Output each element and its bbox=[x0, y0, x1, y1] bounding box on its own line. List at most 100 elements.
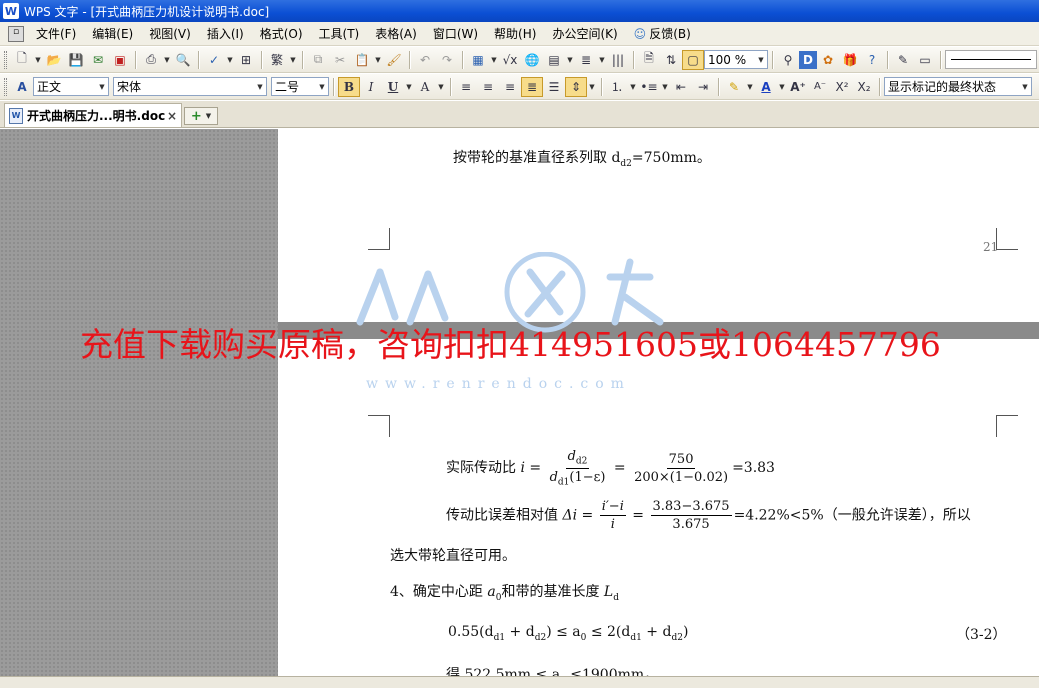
menu-tools[interactable]: 工具(T) bbox=[311, 24, 368, 44]
highlight-icon[interactable]: ✎ bbox=[723, 77, 745, 97]
save-icon[interactable]: 💾 bbox=[65, 50, 87, 70]
superscript-icon[interactable]: X² bbox=[831, 77, 853, 97]
menu-table[interactable]: 表格(A) bbox=[367, 24, 425, 44]
new-dropdown-icon[interactable]: ▼ bbox=[33, 50, 43, 70]
new-document-icon[interactable]: 🗋 bbox=[11, 50, 33, 70]
bullets-dropdown-icon[interactable]: ▼ bbox=[660, 77, 670, 97]
subscript-icon[interactable]: X₂ bbox=[853, 77, 875, 97]
font-color-icon[interactable]: A bbox=[755, 77, 777, 97]
hyperlink-icon[interactable]: 🌐 bbox=[521, 50, 543, 70]
wps-app-icon[interactable]: W bbox=[3, 3, 19, 19]
formula-icon[interactable]: √x bbox=[499, 50, 521, 70]
spell-dropdown-icon[interactable]: ▼ bbox=[225, 50, 235, 70]
numbering-dropdown-icon[interactable]: ▼ bbox=[628, 77, 638, 97]
bullets-icon[interactable]: •≡ bbox=[638, 77, 660, 97]
numbering-icon[interactable]: ⒈ bbox=[606, 77, 628, 97]
increase-indent-icon[interactable]: ⇥ bbox=[692, 77, 714, 97]
columns-dropdown-icon[interactable]: ▼ bbox=[597, 50, 607, 70]
document-tab[interactable]: W 开式曲柄压力...明书.doc × bbox=[4, 103, 182, 127]
table-icon[interactable]: ▦ bbox=[467, 50, 489, 70]
columns-icon[interactable]: ≣ bbox=[575, 50, 597, 70]
open-folder-icon[interactable]: 📂 bbox=[43, 50, 65, 70]
close-tab-icon[interactable]: × bbox=[167, 109, 177, 123]
menu-office-space[interactable]: 办公空间(K) bbox=[544, 24, 625, 44]
menu-window[interactable]: 窗口(W) bbox=[425, 24, 486, 44]
binoculars-icon[interactable]: ⚲ bbox=[777, 50, 799, 70]
menu-view[interactable]: 视图(V) bbox=[141, 24, 199, 44]
review-icon[interactable]: ▭ bbox=[914, 50, 936, 70]
underline-icon[interactable]: U bbox=[382, 77, 404, 97]
frame-dropdown-icon[interactable]: ▼ bbox=[565, 50, 575, 70]
docer-icon[interactable]: D bbox=[799, 50, 817, 69]
paste-dropdown-icon[interactable]: ▼ bbox=[373, 50, 383, 70]
zoom-dropdown-icon[interactable]: ▼ bbox=[755, 51, 767, 68]
line-style-sample[interactable] bbox=[945, 50, 1037, 69]
font-select[interactable]: 宋体 ▼ bbox=[113, 77, 267, 96]
distributed-align-icon[interactable]: ☰ bbox=[543, 77, 565, 97]
highlight-dropdown-icon[interactable]: ▼ bbox=[745, 77, 755, 97]
traditional-chinese-icon[interactable]: 繁 bbox=[266, 50, 288, 70]
spell-check-icon[interactable]: ✓ bbox=[203, 50, 225, 70]
italic-icon[interactable]: I bbox=[360, 77, 382, 97]
format-painter-icon[interactable]: 🖌 bbox=[383, 50, 405, 70]
menu-format[interactable]: 格式(O) bbox=[252, 24, 311, 44]
font-color-dropdown-icon[interactable]: ▼ bbox=[777, 77, 787, 97]
underline-dropdown-icon[interactable]: ▼ bbox=[404, 77, 414, 97]
styles-icon[interactable]: A bbox=[11, 77, 33, 97]
zoom-select[interactable]: 100 % ▼ bbox=[704, 50, 768, 69]
print-icon[interactable]: ⎙ bbox=[140, 50, 162, 70]
page-view-icon[interactable]: ▢ bbox=[682, 49, 704, 70]
menu-file[interactable]: 文件(F) bbox=[28, 24, 84, 44]
bold-icon[interactable]: B bbox=[338, 76, 360, 97]
help-icon[interactable]: ? bbox=[861, 50, 883, 70]
markup-dropdown-icon[interactable]: ▼ bbox=[1019, 78, 1031, 95]
traditional-dropdown-icon[interactable]: ▼ bbox=[288, 50, 298, 70]
copy-icon[interactable]: ⧉ bbox=[307, 50, 329, 70]
new-tab-button[interactable]: + ▼ bbox=[184, 107, 218, 125]
document-map-icon[interactable]: 🗎 bbox=[638, 50, 660, 70]
style-select[interactable]: 正文 ▼ bbox=[33, 77, 109, 96]
text-effect-dropdown-icon[interactable]: ▼ bbox=[436, 77, 446, 97]
template-icon[interactable]: ✿ bbox=[817, 50, 839, 70]
document-menu-icon[interactable]: ▫ bbox=[8, 25, 24, 42]
align-center-icon[interactable]: ≡ bbox=[477, 77, 499, 97]
undo-icon[interactable]: ↶ bbox=[414, 50, 436, 70]
menu-insert[interactable]: 插入(I) bbox=[199, 24, 252, 44]
document-workspace[interactable]: 按带轮的基准直径系列取 dd2=750mm。 21 实际传动比 i = dd2 … bbox=[0, 129, 1039, 676]
font-size-dropdown-icon[interactable]: ▼ bbox=[316, 78, 328, 95]
line-spacing-dropdown-icon[interactable]: ▼ bbox=[587, 77, 597, 97]
align-justify-icon[interactable]: ≣ bbox=[521, 76, 543, 97]
print-preview-icon[interactable]: 🔍 bbox=[172, 50, 194, 70]
menu-help[interactable]: 帮助(H) bbox=[486, 24, 544, 44]
menu-edit[interactable]: 编辑(E) bbox=[84, 24, 141, 44]
layout-icon[interactable]: ⊞ bbox=[235, 50, 257, 70]
decrease-indent-icon[interactable]: ⇤ bbox=[670, 77, 692, 97]
print-dropdown-icon[interactable]: ▼ bbox=[162, 50, 172, 70]
cut-icon[interactable]: ✂ bbox=[329, 50, 351, 70]
toolbar-grip[interactable] bbox=[4, 50, 7, 69]
line-spacing-icon[interactable]: ⇕ bbox=[565, 76, 587, 97]
watermark-url: www.renrendoc.com bbox=[366, 376, 631, 392]
align-right-icon[interactable]: ≡ bbox=[499, 77, 521, 97]
grow-font-icon[interactable]: A⁺ bbox=[787, 77, 809, 97]
font-size-select[interactable]: 二号 ▼ bbox=[271, 77, 329, 96]
comment-icon[interactable]: ✎ bbox=[892, 50, 914, 70]
shrink-font-icon[interactable]: A⁻ bbox=[809, 77, 831, 97]
font-dropdown-icon[interactable]: ▼ bbox=[254, 78, 266, 95]
toolbar-grip[interactable] bbox=[4, 77, 7, 96]
redo-icon[interactable]: ↷ bbox=[436, 50, 458, 70]
table-dropdown-icon[interactable]: ▼ bbox=[489, 50, 499, 70]
text-effect-icon[interactable]: A bbox=[414, 77, 436, 97]
menu-feedback[interactable]: 反馈(B) bbox=[626, 24, 699, 44]
align-left-icon[interactable]: ≡ bbox=[455, 77, 477, 97]
chart-icon[interactable]: ||| bbox=[607, 50, 629, 70]
email-icon[interactable]: ✉ bbox=[87, 50, 109, 70]
paste-icon[interactable]: 📋 bbox=[351, 50, 373, 70]
style-dropdown-icon[interactable]: ▼ bbox=[96, 78, 108, 95]
insert-frame-icon[interactable]: ▤ bbox=[543, 50, 565, 70]
export-pdf-icon[interactable]: ▣ bbox=[109, 50, 131, 70]
show-hide-marks-icon[interactable]: ⇅ bbox=[660, 50, 682, 70]
new-tab-dropdown-icon[interactable]: ▼ bbox=[206, 112, 211, 120]
gift-icon[interactable]: 🎁 bbox=[839, 50, 861, 70]
markup-display-select[interactable]: 显示标记的最终状态 ▼ bbox=[884, 77, 1032, 96]
